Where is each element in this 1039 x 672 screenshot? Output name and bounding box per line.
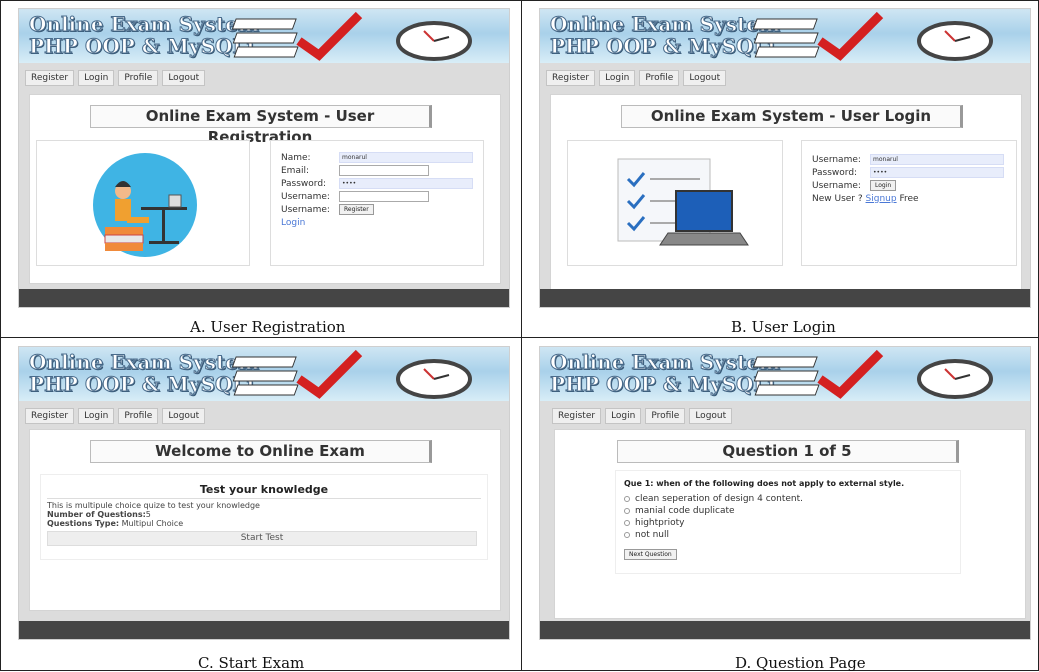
nav-register[interactable]: Register	[25, 408, 75, 424]
caption-b: B. User Login	[731, 318, 836, 336]
password-label: Password:	[281, 178, 327, 189]
content-area: Welcome to Online Exam Test your knowled…	[29, 429, 501, 611]
login-button[interactable]: Login	[870, 180, 897, 191]
checklist-laptop-illustration	[617, 158, 749, 246]
nav-logout[interactable]: Logout	[689, 408, 733, 424]
site-logo: Online Exam System PHP OOP & MySQLi	[549, 350, 781, 396]
login-link[interactable]: Login	[281, 218, 305, 228]
site-banner: Online Exam System PHP OOP & MySQLi	[540, 347, 1030, 401]
radio-icon[interactable]	[624, 495, 630, 502]
question-type-label: Questions Type:	[47, 519, 120, 528]
panel-start-exam: Online Exam System PHP OOP & MySQLi Regis…	[18, 346, 510, 640]
nav-register[interactable]: Register	[552, 408, 602, 424]
panel-registration: Online Exam System PHP OOP & MySQLi Regis…	[18, 8, 510, 308]
checklist-clock-icon	[231, 349, 472, 399]
password-label: Password:	[812, 167, 858, 178]
content-area: Online Exam System - User Registration N…	[29, 94, 501, 284]
site-banner: Online Exam System PHP OOP & MySQLi	[19, 9, 509, 63]
option-item[interactable]: hightprioty	[624, 517, 952, 529]
nav-register[interactable]: Register	[546, 70, 596, 86]
nav-logout[interactable]: Logout	[162, 408, 206, 424]
site-logo: Online Exam System PHP OOP & MySQLi	[28, 350, 260, 396]
caption-c: C. Start Exam	[198, 654, 305, 672]
email-label: Email:	[281, 165, 310, 176]
option-item[interactable]: manial code duplicate	[624, 505, 952, 517]
new-user-text: New User ?	[812, 193, 863, 204]
nav-profile[interactable]: Profile	[639, 70, 680, 86]
page-title: Question 1 of 5	[617, 440, 959, 463]
start-test-button[interactable]: Start Test	[47, 531, 477, 546]
grid-divider-vertical	[521, 0, 522, 671]
illustration-box	[567, 140, 783, 266]
site-logo: Online Exam System PHP OOP & MySQLi	[28, 12, 260, 58]
checklist-clock-icon	[752, 11, 993, 61]
nav-login[interactable]: Login	[599, 70, 636, 86]
password-input[interactable]: ••••	[870, 167, 1004, 178]
card-description: This is multipule choice quize to test y…	[47, 501, 260, 510]
nav-profile[interactable]: Profile	[645, 408, 686, 424]
question-type-value: Multipul Choice	[121, 519, 184, 528]
page-title: Online Exam System - User Registration	[90, 105, 432, 146]
free-text: Free	[899, 193, 919, 204]
username2-label: Username:	[281, 204, 330, 215]
email-input[interactable]	[339, 165, 429, 176]
nav-bar: Register Login Profile Logout	[552, 408, 733, 426]
student-laptop-illustration	[93, 153, 197, 257]
nav-logout[interactable]: Logout	[683, 70, 727, 86]
nav-bar: Register Login Profile Logout	[25, 408, 206, 426]
footer-bar	[19, 621, 509, 639]
username-label: Username:	[281, 191, 330, 202]
checklist-clock-icon	[231, 11, 472, 61]
illustration-box	[36, 140, 250, 266]
username-label: Username:	[812, 154, 861, 165]
login-form: Username: monarul Password: •••• Username:…	[801, 140, 1017, 266]
page-title: Online Exam System - User Login	[621, 105, 963, 128]
content-area: Question 1 of 5 Que 1: when of the follo…	[554, 429, 1026, 619]
nav-logout[interactable]: Logout	[162, 70, 206, 86]
password-input[interactable]: ••••	[339, 178, 473, 189]
username-input[interactable]: monarul	[870, 154, 1004, 165]
username-input[interactable]	[339, 191, 429, 202]
content-area: Online Exam System - User Login Username…	[550, 94, 1022, 292]
option-item[interactable]: not null	[624, 529, 952, 541]
card-title: Test your knowledge	[47, 483, 481, 499]
site-banner: Online Exam System PHP OOP & MySQLi	[19, 347, 509, 401]
site-banner: Online Exam System PHP OOP & MySQLi	[540, 9, 1030, 63]
num-questions-value: 5	[145, 510, 151, 519]
exam-info-card: Test your knowledge This is multipule ch…	[40, 474, 488, 560]
caption-a: A. User Registration	[190, 318, 346, 336]
question-text: Que 1: when of the following does not ap…	[624, 479, 905, 488]
page-title: Welcome to Online Exam	[90, 440, 432, 463]
nav-login[interactable]: Login	[605, 408, 642, 424]
panel-login: Online Exam System PHP OOP & MySQLi Regis…	[539, 8, 1031, 308]
question-card: Que 1: when of the following does not ap…	[615, 470, 961, 574]
nav-login[interactable]: Login	[78, 70, 115, 86]
next-question-button[interactable]: Next Question	[624, 549, 677, 560]
nav-bar: Register Login Profile Logout	[25, 70, 206, 88]
option-item[interactable]: clean seperation of design 4 content.	[624, 493, 952, 505]
footer-bar	[540, 289, 1030, 307]
nav-register[interactable]: Register	[25, 70, 75, 86]
register-button[interactable]: Register	[339, 204, 374, 215]
grid-divider-horizontal	[0, 337, 1039, 338]
radio-icon[interactable]	[624, 507, 630, 514]
footer-bar	[19, 289, 509, 307]
nav-profile[interactable]: Profile	[118, 408, 159, 424]
caption-d: D. Question Page	[735, 654, 866, 672]
checklist-clock-icon	[752, 349, 993, 399]
panel-question: Online Exam System PHP OOP & MySQLi Regis…	[539, 346, 1031, 640]
num-questions-label: Number of Questions:	[47, 510, 146, 519]
footer-bar	[540, 621, 1030, 639]
nav-profile[interactable]: Profile	[118, 70, 159, 86]
username2-label: Username:	[812, 180, 861, 191]
radio-icon[interactable]	[624, 519, 630, 526]
signup-link[interactable]: Signup	[866, 194, 897, 204]
nav-bar: Register Login Profile Logout	[546, 70, 727, 88]
site-logo: Online Exam System PHP OOP & MySQLi	[549, 12, 781, 58]
name-input[interactable]: monarul	[339, 152, 473, 163]
radio-icon[interactable]	[624, 531, 630, 538]
name-label: Name:	[281, 152, 311, 163]
nav-login[interactable]: Login	[78, 408, 115, 424]
registration-form: Name: monarul Email: Password: •••• Userna…	[270, 140, 484, 266]
